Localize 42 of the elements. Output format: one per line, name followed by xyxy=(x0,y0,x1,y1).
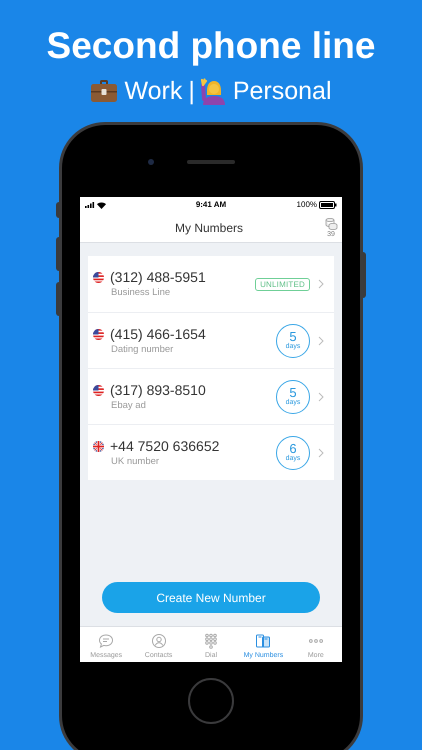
flag-icon xyxy=(93,272,104,283)
unlimited-badge: UNLIMITED xyxy=(255,278,310,290)
number-label: Business Line xyxy=(110,286,172,299)
earpiece-speaker xyxy=(187,160,235,164)
phone-number: (312) 488-5951 xyxy=(110,269,206,286)
phones-icon xyxy=(255,632,272,648)
keypad-icon xyxy=(203,632,220,648)
subtitle-text: Work xyxy=(124,76,182,106)
days-count: 5 xyxy=(289,330,297,343)
number-label: UK number xyxy=(110,454,160,468)
screen-title: My Numbers xyxy=(175,220,244,236)
status-time: 9:41 AM xyxy=(196,199,226,211)
front-camera xyxy=(148,159,154,165)
days-count: 6 xyxy=(289,442,297,455)
raised-hand-figure-icon xyxy=(200,77,227,105)
phone-number: +44 7520 636652 xyxy=(110,438,220,454)
chat-bubble-icon xyxy=(98,632,114,648)
flag-icon xyxy=(93,328,104,340)
battery-icon xyxy=(319,201,338,209)
chevron-right-icon xyxy=(318,448,324,458)
chevron-right-icon xyxy=(318,392,324,402)
number-row[interactable]: (312) 488-5951 Business Line UNLIMITED xyxy=(88,256,334,312)
create-number-button[interactable]: Create New Number xyxy=(102,582,320,613)
number-label: Dating number xyxy=(110,342,174,356)
battery-percent: 100% xyxy=(296,199,318,211)
phone-number: (415) 466-1654 xyxy=(110,326,206,342)
more-icon xyxy=(308,638,323,642)
days-count: 5 xyxy=(289,386,297,399)
phone-number: (317) 893-8510 xyxy=(110,382,206,398)
flag-icon xyxy=(93,440,104,452)
headline: Second phone line xyxy=(46,26,376,66)
chevron-right-icon xyxy=(318,279,324,289)
subtitle-divider: | xyxy=(188,76,195,106)
subtitle-text: Personal xyxy=(232,76,332,106)
number-label: Ebay ad xyxy=(110,398,147,412)
signal-icon xyxy=(85,202,95,208)
flag-icon xyxy=(93,384,104,396)
coins-icon xyxy=(324,216,338,230)
wifi-icon xyxy=(97,202,106,208)
chevron-right-icon xyxy=(318,336,324,346)
briefcase-icon xyxy=(90,78,118,104)
person-circle-icon xyxy=(150,632,167,648)
